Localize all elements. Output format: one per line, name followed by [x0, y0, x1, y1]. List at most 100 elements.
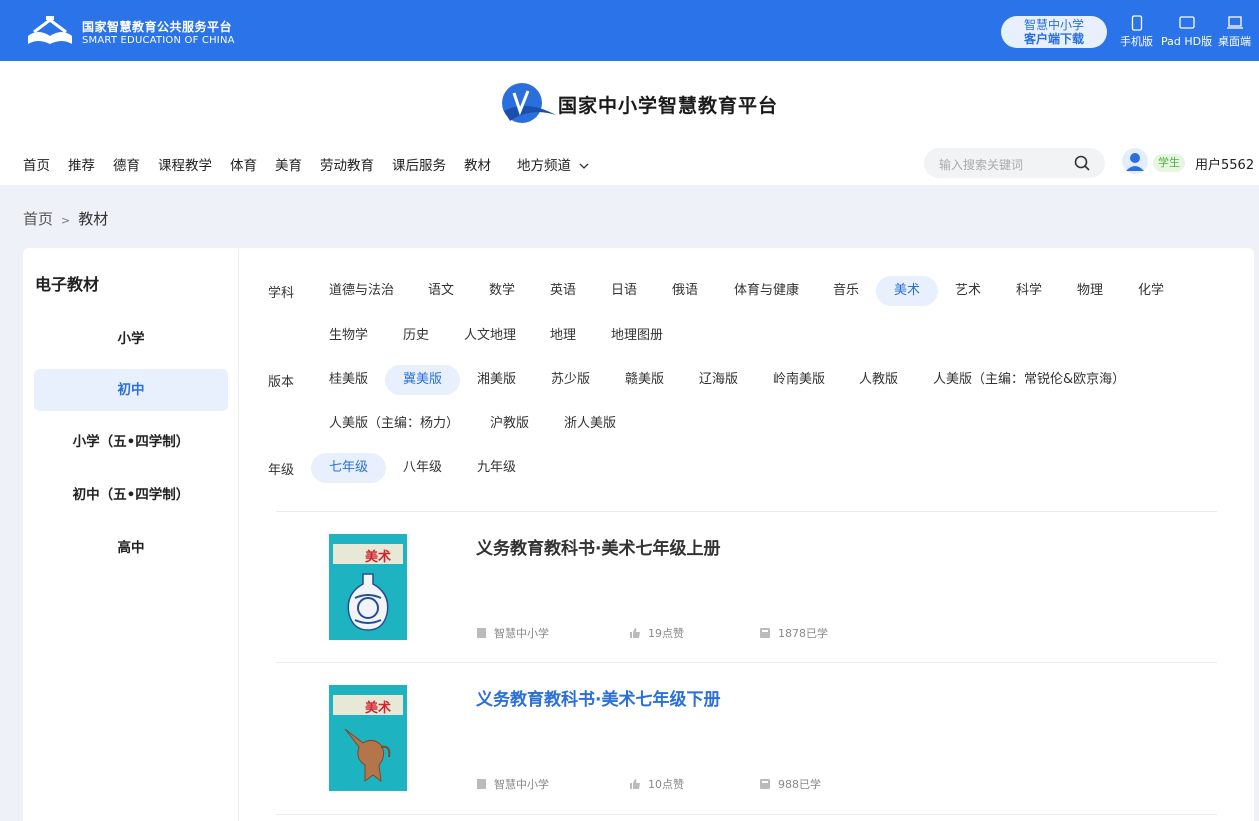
- site-title: 国家中小学智慧教育平台: [558, 95, 779, 117]
- vase-illustration: [347, 573, 389, 631]
- edition-chip-selected[interactable]: 冀美版: [385, 365, 461, 395]
- book-title[interactable]: 义务教育教科书·美术七年级上册: [476, 534, 720, 559]
- edition-chip[interactable]: 桂美版: [311, 365, 386, 395]
- download-line1: 智慧中小学: [1023, 18, 1084, 32]
- grade-chip-selected[interactable]: 七年级: [311, 453, 387, 483]
- edition-chip[interactable]: 沪教版: [472, 409, 547, 439]
- username[interactable]: 用户5562: [1195, 154, 1254, 173]
- chevron-down-icon: [579, 163, 589, 169]
- edition-chip[interactable]: 苏少版: [533, 365, 608, 395]
- subject-chip[interactable]: 艺术: [937, 276, 999, 306]
- book-source-label: 智慧中小学: [494, 778, 549, 791]
- subject-chip[interactable]: 生物学: [311, 321, 386, 351]
- document-icon: [477, 628, 486, 638]
- grade-label: 年级: [268, 463, 295, 478]
- client-download-button[interactable]: 智慧中小学 客户端下载: [1001, 16, 1107, 48]
- subject-chip[interactable]: 地理: [532, 321, 594, 351]
- subject-chip[interactable]: 体育与健康: [716, 276, 817, 306]
- nav-labor[interactable]: 劳动教育: [320, 154, 374, 174]
- download-line2: 客户端下载: [1023, 32, 1084, 46]
- nav-sports[interactable]: 体育: [230, 154, 257, 174]
- brand[interactable]: 国家智慧教育公共服务平台 SMART EDUCATION OF CHINA: [82, 20, 235, 47]
- subject-chip[interactable]: 数学: [471, 276, 533, 306]
- sidebar-title: 电子教材: [35, 275, 100, 294]
- device-desktop-link[interactable]: 桌面端: [1218, 15, 1251, 49]
- subject-chip[interactable]: 俄语: [654, 276, 716, 306]
- edition-chip[interactable]: 岭南美版: [755, 365, 843, 395]
- edition-chip[interactable]: 人美版（主编：常锐伦&欧京海）: [915, 365, 1143, 395]
- search-box[interactable]: 输入搜索关键词: [924, 148, 1105, 178]
- book-cover[interactable]: 美术: [329, 534, 407, 640]
- subject-chip[interactable]: 音乐: [815, 276, 877, 306]
- nav-courses[interactable]: 课程教学: [158, 154, 212, 174]
- edition-chip[interactable]: 人教版: [841, 365, 916, 395]
- book-learned-count: 988已学: [778, 778, 821, 791]
- top-bar: 国家智慧教育公共服务平台 SMART EDUCATION OF CHINA 智慧…: [0, 0, 1259, 61]
- breadcrumb-home[interactable]: 首页: [23, 210, 53, 228]
- subject-chip[interactable]: 科学: [998, 276, 1060, 306]
- device-phone-link[interactable]: 手机版: [1120, 15, 1153, 49]
- book-source: 智慧中小学: [476, 625, 549, 641]
- book-item[interactable]: 美术 义务教育教科书·美术七年级上册 智慧中小学 19点赞 1878已学: [276, 512, 1217, 664]
- breadcrumb: 首页 > 教材: [23, 208, 108, 229]
- book-learned-count: 1878已学: [778, 627, 828, 640]
- search-input[interactable]: 输入搜索关键词: [939, 156, 1023, 173]
- device-desktop-label: 桌面端: [1218, 35, 1251, 48]
- nav-home[interactable]: 首页: [23, 154, 50, 174]
- subject-chip[interactable]: 人文地理: [446, 321, 534, 351]
- edition-chip[interactable]: 人美版（主编：杨力）: [311, 409, 477, 439]
- document-icon: [477, 779, 486, 789]
- site-logo-icon[interactable]: [496, 81, 558, 127]
- book-title[interactable]: 义务教育教科书·美术七年级下册: [476, 685, 720, 710]
- device-tablet-link[interactable]: Pad HD版: [1161, 15, 1212, 49]
- edition-row: 版本 桂美版 冀美版 湘美版 苏少版 赣美版 辽海版 岭南美版 人教版 人美版（…: [239, 365, 1254, 395]
- sidebar-item-junior[interactable]: 初中: [34, 369, 228, 411]
- book-learned: 988已学: [759, 776, 821, 792]
- phone-icon: [1131, 15, 1142, 31]
- nav-local-label: 地方频道: [517, 158, 571, 174]
- subject-row-2: 生物学 历史 人文地理 地理 地理图册: [239, 321, 1254, 351]
- divider: [276, 814, 1217, 815]
- breadcrumb-current: 教材: [78, 210, 109, 228]
- thumbs-up-icon: [630, 779, 640, 789]
- nav-aesthetics[interactable]: 美育: [275, 154, 302, 174]
- book-cover[interactable]: 美术: [329, 685, 407, 791]
- brand-name-cn: 国家智慧教育公共服务平台: [82, 20, 233, 34]
- subject-chip[interactable]: 化学: [1120, 276, 1182, 306]
- subject-chip[interactable]: 日语: [593, 276, 655, 306]
- main-panel: 电子教材 小学 初中 小学（五•四学制） 初中（五•四学制） 高中 学科 道德与…: [23, 248, 1254, 821]
- search-icon[interactable]: [1073, 154, 1091, 172]
- subject-row: 学科 道德与法治 语文 数学 英语 日语 俄语 体育与健康 音乐 美术 艺术 科…: [239, 276, 1254, 306]
- platform-logo-icon[interactable]: [24, 14, 76, 50]
- book-likes-count: 19点赞: [648, 627, 684, 640]
- subject-chip-selected[interactable]: 美术: [876, 276, 939, 306]
- edition-chip[interactable]: 浙人美版: [546, 409, 634, 439]
- subject-chip[interactable]: 物理: [1059, 276, 1121, 306]
- sidebar-item-primary-54[interactable]: 小学（五•四学制）: [34, 421, 228, 463]
- edition-chip[interactable]: 辽海版: [681, 365, 756, 395]
- breadcrumb-separator: >: [61, 214, 71, 227]
- subject-chip[interactable]: 道德与法治: [311, 276, 412, 306]
- subject-chip[interactable]: 历史: [385, 321, 447, 351]
- nav-recommend[interactable]: 推荐: [68, 154, 95, 174]
- book-likes-count: 10点赞: [648, 778, 684, 791]
- nav-moral[interactable]: 德育: [113, 154, 140, 174]
- grade-chip[interactable]: 八年级: [385, 453, 460, 483]
- avatar[interactable]: [1122, 148, 1148, 174]
- edition-chip[interactable]: 赣美版: [607, 365, 682, 395]
- sidebar-item-junior-54[interactable]: 初中（五•四学制）: [34, 474, 228, 516]
- edition-chip[interactable]: 湘美版: [459, 365, 534, 395]
- subject-chip[interactable]: 语文: [410, 276, 472, 306]
- sidebar-item-primary[interactable]: 小学: [34, 318, 228, 360]
- tablet-icon: [1178, 16, 1195, 29]
- subject-chip[interactable]: 地理图册: [593, 321, 681, 351]
- book-item[interactable]: 美术 义务教育教科书·美术七年级下册 智慧中小学 10点赞 988已学: [276, 663, 1217, 815]
- sidebar-item-senior[interactable]: 高中: [34, 527, 228, 569]
- nav-textbooks[interactable]: 教材: [464, 154, 491, 174]
- grade-chip[interactable]: 九年级: [459, 453, 534, 483]
- book-likes: 10点赞: [629, 776, 684, 792]
- subject-chip[interactable]: 英语: [532, 276, 594, 306]
- nav-local-channel[interactable]: 地方频道: [517, 154, 589, 174]
- role-badge: 学生: [1153, 154, 1185, 172]
- nav-after-school[interactable]: 课后服务: [392, 154, 446, 174]
